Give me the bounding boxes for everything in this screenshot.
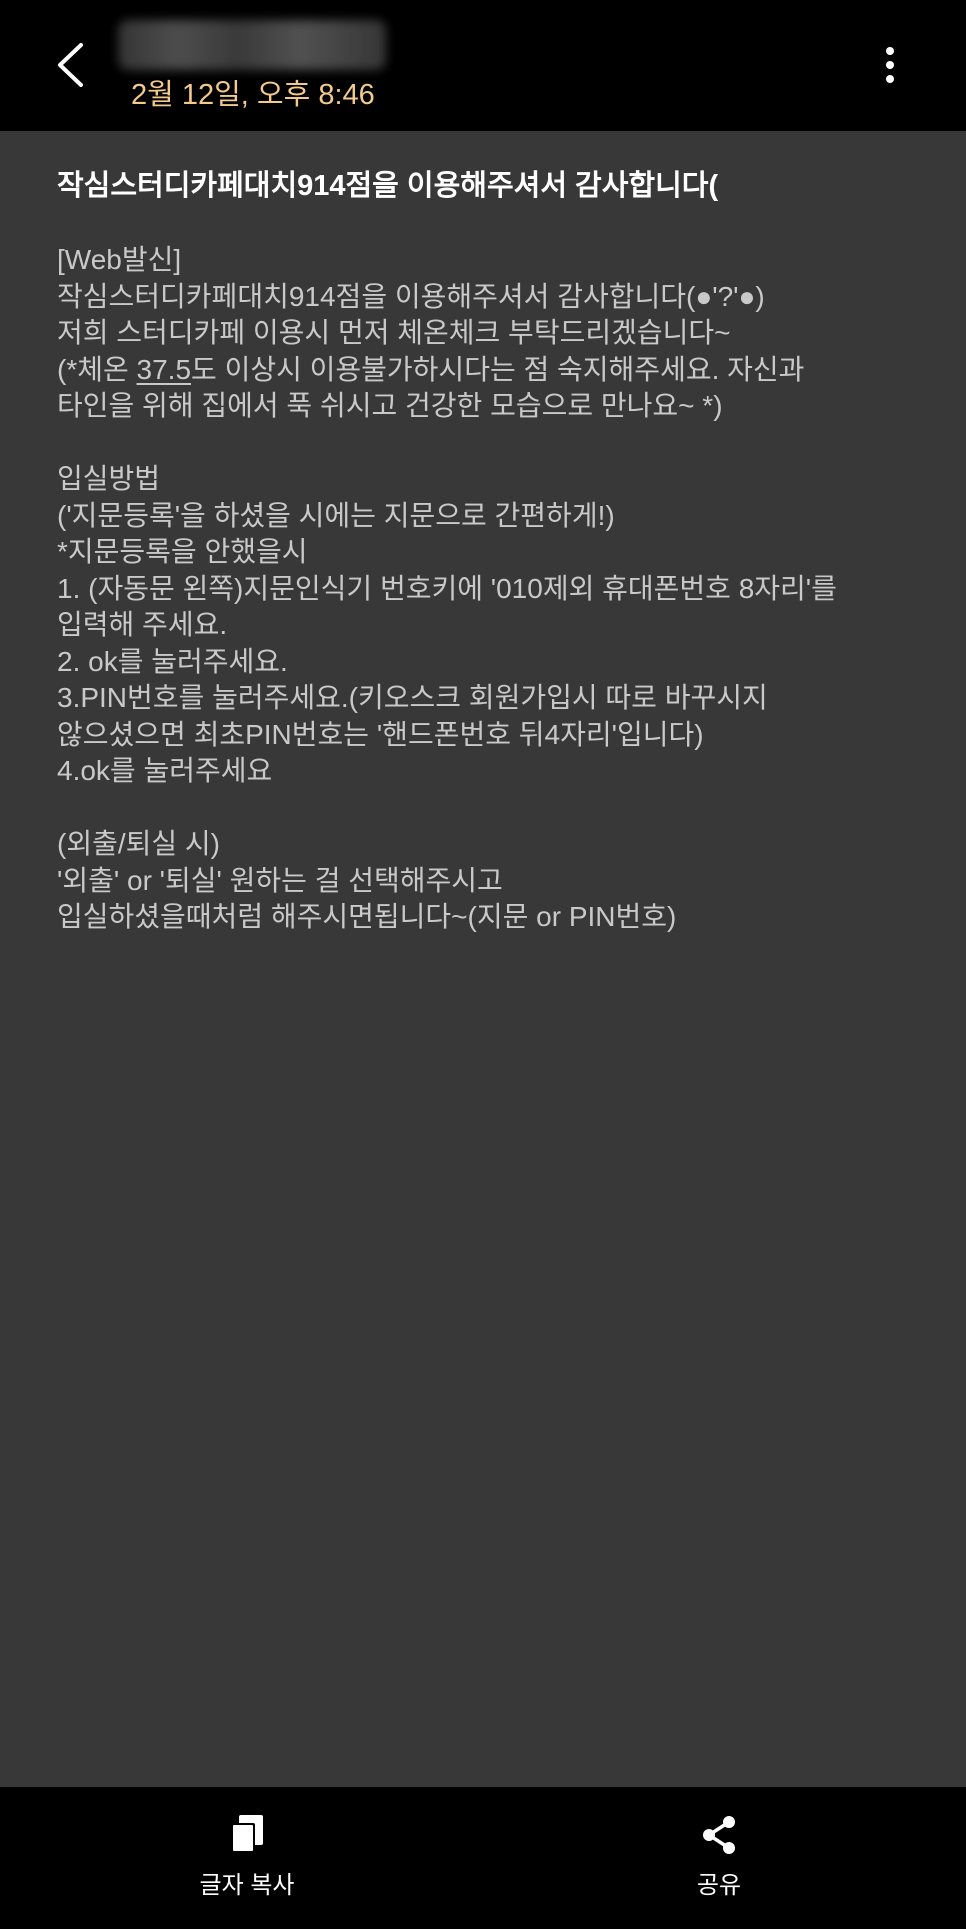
top-app-bar: 2월 12일, 오후 8:46 (0, 0, 966, 131)
message-line: 작심스터디카페대치914점을 이용해주셔서 감사합니다(●'?'●) (57, 280, 765, 312)
share-label: 공유 (696, 1872, 742, 1899)
message-line: 않으셨으면 최초PIN번호는 '핸드폰번호 뒤4자리'입니다) (57, 718, 704, 750)
message-line: 4.ok를 눌러주세요 (57, 755, 273, 786)
temperature-line: (*체온 37.5도 이상시 이용불가하시다는 점 숙지해주세요. 자신과 (57, 352, 917, 389)
message-line: 2. ok를 눌러주세요. (57, 645, 288, 677)
message-line: *지문등록을 안했을시 (57, 536, 308, 567)
message-line: 3.PIN번호를 눌러주세요.(키오스크 회원가입시 따로 바꾸시지 (57, 682, 768, 713)
message-body[interactable]: 작심스터디카페대치914점을 이용해주셔서 감사합니다( [Web발신] 작심스… (57, 168, 917, 936)
message-line: 1. (자동문 왼쪽)지문인식기 번호키에 '010제외 휴대폰번호 8자리'를 (57, 572, 837, 604)
message-line: ('지문등록'을 하셨을 시에는 지문으로 간편하게!) (57, 499, 615, 531)
more-dot (886, 61, 894, 69)
message-timestamp: 2월 12일, 오후 8:46 (131, 79, 375, 111)
message-line: 입력해 주세요. (57, 609, 228, 640)
back-button[interactable] (40, 30, 100, 100)
message-line: 타인을 위해 집에서 푹 쉬시고 건강한 모습으로 만나요~ *) (57, 390, 723, 421)
sender-name-redacted (118, 20, 386, 70)
share-button[interactable]: 공유 (619, 1813, 819, 1913)
back-arrow-icon (58, 43, 83, 87)
copy-text-label: 글자 복사 (199, 1872, 295, 1899)
copy-icon (225, 1813, 269, 1857)
more-vertical-icon (886, 47, 894, 55)
message-title: 작심스터디카페대치914점을 이용해주셔서 감사합니다( (57, 170, 719, 202)
message-line: 입실방법 (57, 463, 161, 494)
temperature-suffix: 도 이상시 이용불가하시다는 점 숙지해주세요. 자신과 (191, 353, 805, 385)
more-options-button[interactable] (868, 40, 912, 90)
message-line: (외출/퇴실 시) (57, 828, 221, 859)
share-icon (697, 1813, 741, 1857)
bottom-action-bar: 글자 복사 공유 (0, 1787, 966, 1929)
message-line: 저희 스터디카페 이용시 먼저 체온체크 부탁드리겠습니다~ (57, 317, 731, 348)
message-line: '외출' or '퇴실' 원하는 걸 선택해주시고 (57, 864, 503, 896)
copy-text-button[interactable]: 글자 복사 (147, 1813, 347, 1913)
temperature-value-link[interactable]: 37.5 (137, 354, 192, 385)
more-dot (886, 75, 894, 83)
message-line: [Web발신] (57, 244, 182, 275)
message-line: 입실하셨을때처럼 해주시면됩니다~(지문 or PIN번호) (57, 901, 677, 932)
temperature-prefix: (*체온 (57, 353, 137, 385)
